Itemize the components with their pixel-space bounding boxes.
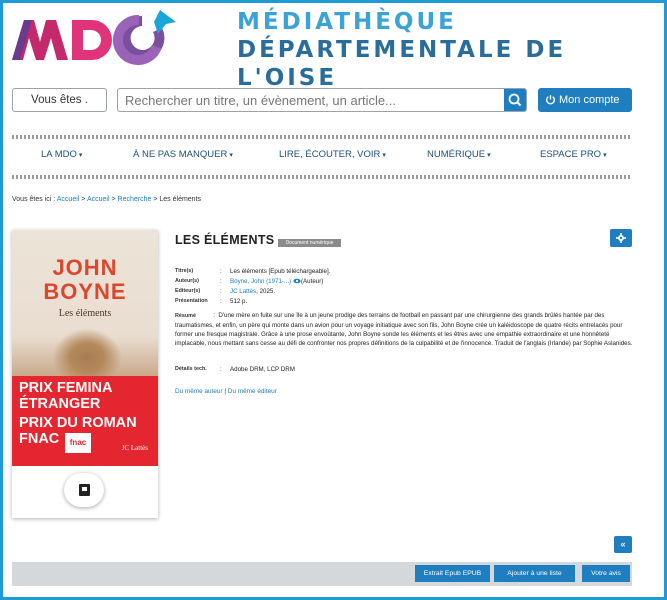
author-link[interactable]: Boyne, John (1971-...) (230, 278, 291, 285)
nav-item-espace-pro[interactable]: ESPACE PRO ▾ (540, 149, 607, 160)
breadcrumb: Vous êtes ici : Accueil > Accueil > Rech… (12, 196, 202, 203)
breadcrumb-link-accueil[interactable]: Accueil (57, 196, 80, 203)
your-review-button[interactable]: Votre avis (582, 565, 630, 582)
power-icon (545, 94, 556, 105)
prize-line-4: FNAC (19, 431, 60, 447)
extract-epub-button[interactable]: Extrait Epub EPUB (415, 565, 490, 582)
site-title: MÉDIATHÈQUE DÉPARTEMENTALE DE L'OISE (237, 8, 667, 92)
eye-icon[interactable] (293, 278, 301, 284)
book-card: JOHN BOYNE Les éléments PRIX FEMINA ÉTRA… (12, 230, 158, 518)
account-label: Mon compte (559, 94, 620, 106)
account-button[interactable]: Mon compte (538, 88, 632, 112)
add-to-list-button[interactable]: Ajouter à une liste (494, 565, 575, 582)
nav-item-numerique[interactable]: NUMÉRIQUE ▾ (427, 149, 491, 160)
book-icon (79, 484, 90, 496)
cover-publisher: JC Lattès (121, 444, 148, 452)
vous-etes-button[interactable]: Vous êtes . (12, 88, 107, 112)
nav-item-lire-ecouter-voir[interactable]: LIRE, ÉCOUTER, VOIR ▾ (279, 149, 386, 160)
resume-text: D'une mère en fuite sur une île à un jeu… (175, 312, 633, 347)
prize-line-1: PRIX FEMINA (19, 380, 113, 396)
prize-line-2: ÉTRANGER (19, 396, 101, 412)
settings-button[interactable] (610, 229, 632, 247)
same-author-link[interactable]: Du même auteur (175, 388, 223, 395)
nav-divider-bottom (12, 175, 632, 179)
same-publisher-link[interactable]: Du même éditeur (228, 388, 277, 395)
site-title-line2: DÉPARTEMENTALE DE L'OISE (237, 37, 567, 91)
search-button[interactable] (504, 89, 526, 111)
nav-item-la-mdo[interactable]: LA MDO ▾ (41, 149, 82, 160)
cover-author-line1: JOHN (52, 255, 118, 280)
breadcrumb-current: Les éléments (159, 196, 202, 203)
notice-title: LES ÉLÉMENTS (175, 233, 275, 247)
breadcrumb-prefix: Vous êtes ici : (12, 196, 56, 203)
gear-icon (616, 233, 626, 243)
nav-divider-top (12, 135, 632, 139)
site-title-line1: MÉDIATHÈQUE (237, 9, 457, 35)
search-input[interactable] (118, 89, 504, 111)
cover-title: Les éléments (58, 308, 112, 319)
mdo-logo[interactable] (10, 8, 180, 66)
cover-author-line2: BOYNE (43, 279, 127, 304)
related-links: Du même auteur | Du même éditeur (175, 388, 277, 395)
breadcrumb-link-recherche[interactable]: Recherche (118, 196, 152, 203)
document-type-button[interactable] (64, 473, 104, 507)
publisher-link[interactable]: JC Lattès (230, 288, 256, 295)
breadcrumb-link-accueil-2[interactable]: Accueil (87, 196, 110, 203)
fnac-logo: fnac (65, 433, 91, 453)
collapse-button[interactable]: « (614, 536, 632, 553)
main-nav: LA MDO ▾ À NE PAS MANQUER ▾ LIRE, ÉCOUTER,… (12, 149, 632, 167)
nav-item-a-ne-pas-manquer[interactable]: À NE PAS MANQUER ▾ (133, 149, 233, 160)
prize-line-3: PRIX DU ROMAN (19, 415, 137, 431)
book-cover[interactable]: JOHN BOYNE Les éléments PRIX FEMINA ÉTRA… (12, 230, 158, 466)
document-type-badge: Document numérique (278, 239, 341, 247)
action-bar: Extrait Epub EPUB Ajouter à une liste Vo… (12, 562, 632, 586)
field-resume: Résumé : D'une mère en fuite sur une île… (175, 312, 633, 347)
search-box (117, 88, 527, 112)
search-icon (508, 93, 522, 107)
